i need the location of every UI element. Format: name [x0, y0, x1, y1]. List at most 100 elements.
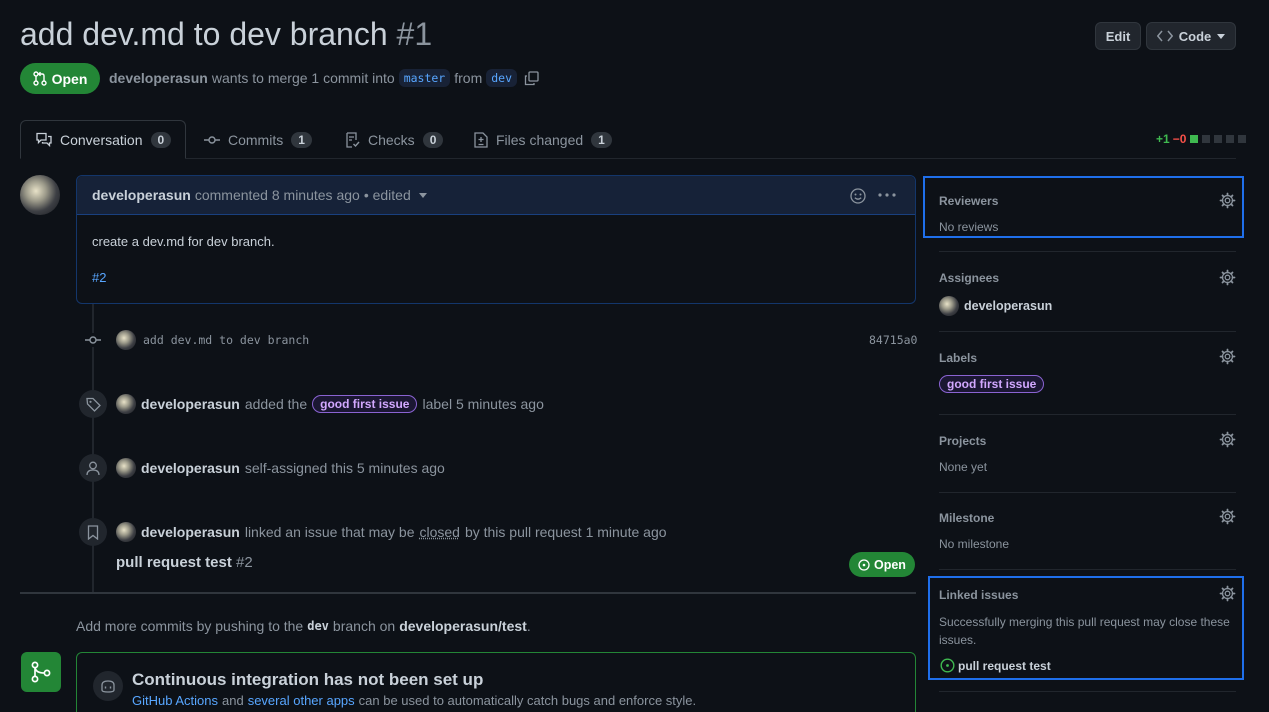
- actor-avatar[interactable]: [116, 394, 136, 414]
- gear-icon[interactable]: [1219, 192, 1236, 209]
- projects-title[interactable]: Projects: [939, 434, 986, 448]
- commit-node-icon: [85, 333, 101, 347]
- pr-from-text: from: [454, 70, 482, 86]
- diffstat-box: [1238, 135, 1246, 143]
- timeline-line: [92, 304, 94, 592]
- author-avatar[interactable]: [20, 175, 60, 215]
- commit-icon: [204, 135, 220, 145]
- linked-issue-title-link[interactable]: pull request test: [116, 554, 232, 571]
- head-branch[interactable]: dev: [486, 69, 517, 87]
- actor-avatar[interactable]: [116, 458, 136, 478]
- edit-button[interactable]: Edit: [1095, 22, 1141, 50]
- pull-request-icon: [33, 71, 47, 86]
- tab-checks[interactable]: Checks 0: [345, 120, 443, 159]
- tab-checks-label: Checks: [368, 132, 415, 148]
- code-button[interactable]: Code: [1146, 22, 1236, 50]
- pr-state-label: Open: [52, 71, 88, 87]
- tab-files-changed-label: Files changed: [496, 132, 583, 148]
- label-event-actor[interactable]: developerasun: [141, 396, 240, 412]
- other-apps-link[interactable]: several other apps: [248, 693, 355, 708]
- pr-author-link[interactable]: developerasun: [109, 70, 208, 86]
- push-hint-branch: dev: [307, 619, 329, 633]
- pr-state-badge: Open: [20, 63, 100, 94]
- commit-sha-link[interactable]: 84715a0: [869, 333, 917, 347]
- edit-button-label: Edit: [1106, 29, 1131, 44]
- file-diff-icon: [474, 132, 488, 148]
- github-actions-link[interactable]: GitHub Actions: [132, 693, 218, 708]
- sidebar-divider: [939, 331, 1236, 332]
- assign-event-actor[interactable]: developerasun: [141, 460, 240, 476]
- push-hint-end: .: [527, 618, 531, 634]
- push-hint-repo-link[interactable]: developerasun/test: [399, 618, 527, 634]
- kebab-menu-icon[interactable]: [878, 193, 896, 197]
- comment-box: developerasun commented 8 minutes ago • …: [76, 175, 916, 304]
- tab-commits[interactable]: Commits 1: [204, 120, 312, 159]
- commit-message-link[interactable]: add dev.md to dev branch: [143, 333, 309, 347]
- base-branch[interactable]: master: [399, 69, 451, 87]
- diffstat-additions: +1: [1156, 132, 1170, 146]
- sidebar-linked-issue-title: pull request test: [958, 659, 1051, 673]
- ci-and: and: [222, 693, 244, 708]
- comment-header: developerasun commented 8 minutes ago • …: [77, 176, 915, 215]
- code-button-label: Code: [1179, 29, 1212, 44]
- pr-meta: developerasun wants to merge 1 commit in…: [109, 69, 539, 87]
- linked-issue-state-label: Open: [874, 558, 906, 572]
- actor-avatar[interactable]: [116, 522, 136, 542]
- sidebar-divider: [939, 691, 1236, 692]
- diffstat-box: [1190, 135, 1198, 143]
- linked-issues-title[interactable]: Linked issues: [939, 588, 1018, 602]
- comment-timestamp[interactable]: commented 8 minutes ago: [195, 187, 360, 203]
- comment-author-link[interactable]: developerasun: [92, 187, 191, 203]
- assignee-avatar: [939, 296, 959, 316]
- labels-title[interactable]: Labels: [939, 351, 977, 365]
- merge-badge: [21, 652, 61, 692]
- link-event-closed[interactable]: closed: [419, 524, 459, 540]
- projects-value: None yet: [939, 460, 987, 474]
- sidebar-divider: [939, 251, 1236, 252]
- tabs-divider: [20, 158, 1236, 159]
- tab-files-changed-count: 1: [591, 132, 612, 148]
- gear-icon[interactable]: [1219, 348, 1236, 365]
- pr-title-text: add dev.md to dev branch: [20, 16, 388, 52]
- sidebar-linked-issue[interactable]: pull request test: [940, 658, 1051, 673]
- milestone-value: No milestone: [939, 537, 1009, 551]
- label-good-first-issue[interactable]: good first issue: [312, 395, 417, 413]
- gear-icon[interactable]: [1219, 269, 1236, 286]
- linked-issue-row: pull request test #2: [116, 554, 253, 571]
- label-event-post: label 5 minutes ago: [422, 396, 543, 412]
- link-event-actor[interactable]: developerasun: [141, 524, 240, 540]
- assignee-item[interactable]: developerasun: [939, 296, 1052, 316]
- gear-icon[interactable]: [1219, 508, 1236, 525]
- robot-icon: [100, 679, 116, 693]
- tag-icon: [86, 397, 101, 412]
- ci-box: Continuous integration has not been set …: [76, 652, 916, 712]
- diffstat-box: [1226, 135, 1234, 143]
- link-event-post: by this pull request 1 minute ago: [465, 524, 667, 540]
- copy-icon[interactable]: [524, 71, 539, 86]
- sidebar-label-good-first-issue[interactable]: good first issue: [939, 375, 1044, 393]
- assignees-title[interactable]: Assignees: [939, 271, 999, 285]
- label-event: developerasun added the good first issue…: [116, 394, 544, 414]
- label-event-pre: added the: [245, 396, 307, 412]
- gear-icon[interactable]: [1219, 585, 1236, 602]
- tab-files-changed[interactable]: Files changed 1: [474, 120, 612, 159]
- gear-icon[interactable]: [1219, 431, 1236, 448]
- sidebar-divider: [939, 414, 1236, 415]
- bookmark-badge: [79, 518, 107, 546]
- smiley-icon[interactable]: [850, 188, 866, 204]
- linked-issue-state-badge: Open: [849, 552, 915, 577]
- caret-down-icon[interactable]: [419, 193, 427, 198]
- milestone-title[interactable]: Milestone: [939, 511, 994, 525]
- timeline-divider: [20, 592, 916, 594]
- comment-edited[interactable]: • edited: [364, 187, 411, 203]
- reviewers-title[interactable]: Reviewers: [939, 194, 998, 208]
- git-merge-icon: [31, 661, 51, 683]
- assignee-name: developerasun: [964, 299, 1052, 313]
- diffstat: +1 −0: [1156, 132, 1246, 146]
- reviewers-value: No reviews: [939, 220, 998, 234]
- comment-body: create a dev.md for dev branch.: [92, 234, 275, 249]
- copilot-badge: [93, 671, 123, 701]
- commit-author-avatar[interactable]: [116, 330, 136, 350]
- tab-conversation[interactable]: Conversation 0: [20, 120, 186, 159]
- issue-reference-link[interactable]: #2: [92, 270, 106, 285]
